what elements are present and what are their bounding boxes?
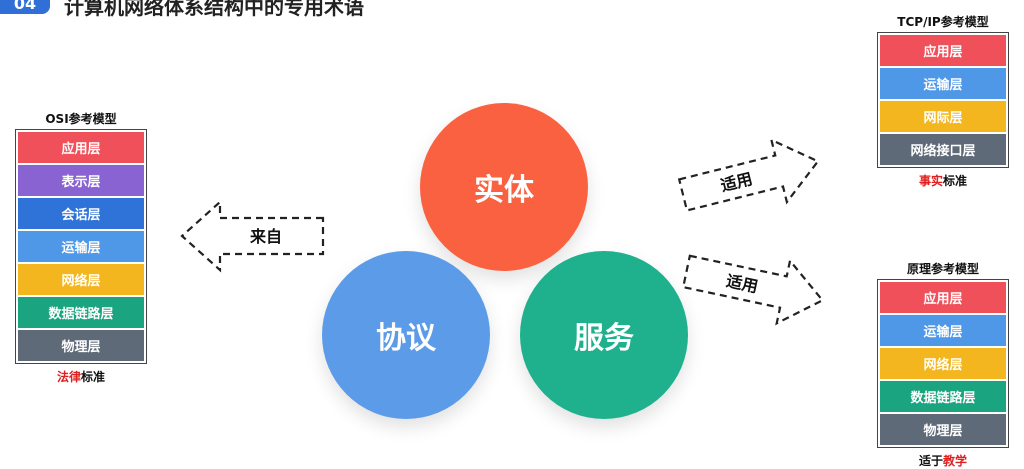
osi-layer: 运输层 [18,231,144,262]
page-title: 计算机网络体系结构中的专用术语 [64,0,364,19]
principle-footer-rest: 适于 [918,454,943,468]
tcpip-footer: 事实标准 [877,172,1009,189]
tcpip-layer-box: 应用层 运输层 网际层 网络接口层 [877,32,1009,168]
entity-label: 实体 [474,173,534,208]
service-label: 服务 [574,321,634,356]
protocol-circle: 协议 [322,251,490,419]
apply-arrow-top: 适用 [677,137,820,212]
osi-layer: 应用层 [18,132,144,163]
apply-arrow-bottom: 适用 [681,254,825,326]
tcpip-footer-highlight: 事实 [918,174,943,188]
tcpip-model-stack: TCP/IP参考模型 应用层 运输层 网际层 网络接口层 事实标准 [877,13,1009,189]
principle-footer-highlight: 教学 [943,454,968,468]
principle-layer: 运输层 [880,315,1006,346]
section-badge: 04 [0,0,50,14]
osi-footer: 法律标准 [15,368,147,385]
osi-footer-rest: 标准 [81,370,106,384]
osi-footer-highlight: 法律 [56,370,81,384]
from-arrow-label: 来自 [249,227,282,246]
principle-layer: 网络层 [880,348,1006,379]
principle-model-stack: 原理参考模型 应用层 运输层 网络层 数据链路层 物理层 适于教学 [877,260,1009,469]
principle-layer-box: 应用层 运输层 网络层 数据链路层 物理层 [877,279,1009,448]
tcpip-layer: 应用层 [880,35,1006,66]
osi-layer: 数据链路层 [18,297,144,328]
tcpip-layer: 运输层 [880,68,1006,99]
principle-model-title: 原理参考模型 [906,262,979,276]
service-circle: 服务 [520,251,688,419]
osi-layer: 物理层 [18,330,144,361]
tcpip-layer: 网际层 [880,101,1006,132]
tcpip-model-title: TCP/IP参考模型 [897,15,989,29]
entity-circle: 实体 [420,103,588,271]
principle-footer: 适于教学 [877,452,1009,469]
osi-layer: 表示层 [18,165,144,196]
osi-model-title: OSI参考模型 [45,112,117,126]
osi-model-stack: OSI参考模型 应用层 表示层 会话层 运输层 网络层 数据链路层 物理层 法律标准 [15,110,147,385]
from-arrow: 来自 [180,199,325,273]
principle-layer: 数据链路层 [880,381,1006,412]
tcpip-layer: 网络接口层 [880,134,1006,165]
osi-layer: 会话层 [18,198,144,229]
principle-layer: 物理层 [880,414,1006,445]
osi-layer-box: 应用层 表示层 会话层 运输层 网络层 数据链路层 物理层 [15,129,147,364]
tcpip-footer-rest: 标准 [943,174,968,188]
protocol-label: 协议 [376,321,436,356]
principle-layer: 应用层 [880,282,1006,313]
osi-layer: 网络层 [18,264,144,295]
